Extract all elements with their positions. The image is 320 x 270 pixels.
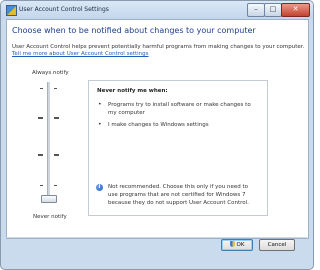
slider-top-label: Always notify: [32, 70, 69, 76]
page-heading: Choose when to be notified about changes…: [12, 26, 256, 35]
close-button[interactable]: ✕: [281, 3, 310, 17]
window-title: User Account Control Settings: [19, 6, 109, 13]
note-text: Not recommended. Choose this only if you…: [108, 184, 249, 190]
note-text: use programs that are not certified for …: [108, 192, 246, 198]
maximize-button[interactable]: □: [264, 3, 282, 17]
uac-settings-window: User Account Control Settings – □ ✕ Choo…: [0, 0, 314, 270]
learn-more-link[interactable]: Tell me more about User Account Control …: [12, 51, 149, 57]
minimize-button[interactable]: –: [247, 3, 265, 17]
uac-shield-icon: [229, 241, 235, 247]
slider-bottom-label: Never notify: [33, 214, 67, 220]
slider-tick: [54, 88, 57, 89]
bullet-icon: •: [98, 121, 102, 128]
slider-tick: [38, 117, 43, 119]
page-description: User Account Control helps prevent poten…: [12, 44, 305, 50]
slider-thumb[interactable]: [41, 195, 57, 203]
uac-shield-icon: [6, 5, 17, 16]
slider-track[interactable]: [47, 82, 50, 202]
note-text: because they do not support User Account…: [108, 200, 249, 206]
level-description-panel: Never notify me when: • Programs try to …: [88, 80, 268, 216]
title-bar[interactable]: User Account Control Settings – □ ✕: [1, 1, 313, 19]
bullet-item: Programs try to install software or make…: [108, 102, 251, 108]
info-icon: i: [96, 184, 103, 191]
ok-button[interactable]: OK: [221, 239, 253, 251]
footer-divider: [6, 237, 307, 238]
ok-button-label: OK: [236, 242, 245, 248]
slider-tick: [54, 185, 57, 186]
bullet-item-continued: my computer: [108, 110, 145, 116]
main-content: Choose when to be notified about changes…: [6, 19, 309, 239]
slider-tick: [40, 185, 43, 186]
slider-tick: [54, 117, 59, 119]
bullet-icon: •: [98, 101, 102, 108]
slider-tick: [38, 154, 43, 156]
cancel-button[interactable]: Cancel: [259, 239, 295, 251]
bullet-item: I make changes to Windows settings: [108, 122, 209, 128]
slider-tick: [40, 88, 43, 89]
panel-title: Never notify me when:: [97, 88, 168, 94]
slider-tick: [54, 154, 59, 156]
